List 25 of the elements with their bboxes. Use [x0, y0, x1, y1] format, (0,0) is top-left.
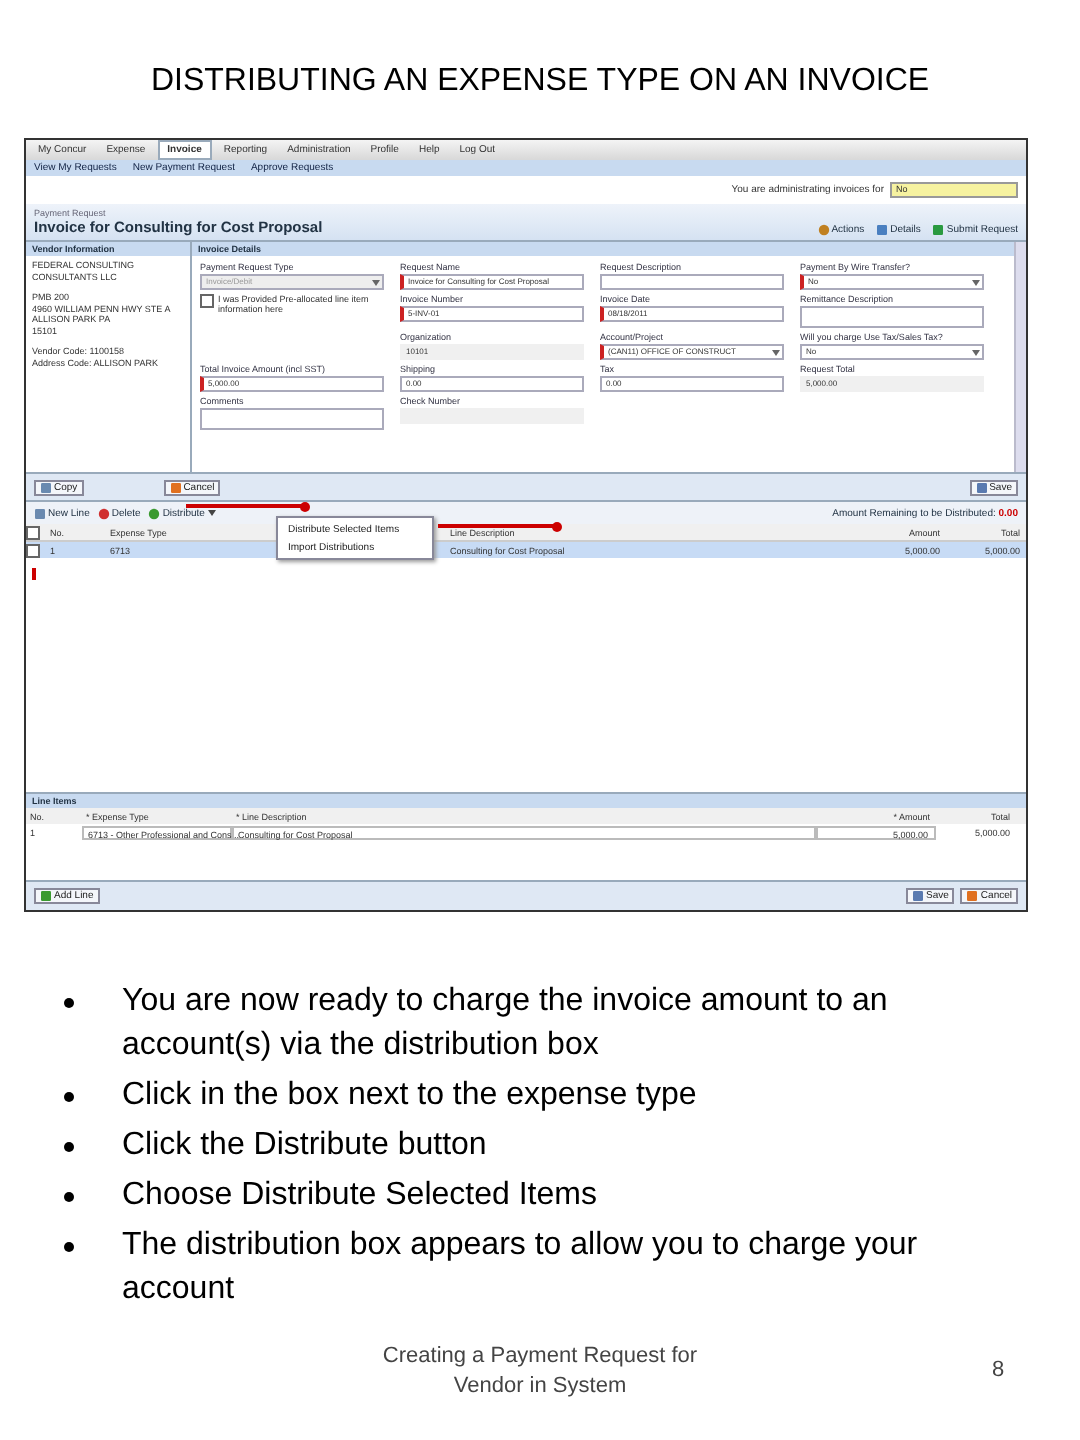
input-field[interactable] [600, 274, 784, 290]
bullet-icon [64, 1142, 74, 1152]
caret-icon [772, 350, 780, 356]
bullet-icon [64, 998, 74, 1008]
bullet-text: The distribution box appears to allow you to charge your account [122, 1226, 920, 1310]
slide-footer: Creating a Payment Request for Vendor in System [360, 1342, 720, 1402]
bullet-icon [64, 1192, 74, 1202]
caret-icon [972, 280, 980, 286]
bullet-icon [64, 1242, 74, 1252]
checkbox[interactable] [26, 525, 40, 539]
caret-icon [972, 350, 980, 356]
checkbox[interactable] [26, 543, 40, 557]
bullet-text: Click in the box next to the expense type [122, 1076, 697, 1116]
bullet-icon [64, 1092, 74, 1102]
page-number: 8 [992, 1358, 1005, 1382]
pointer-mark [32, 568, 36, 580]
input-field[interactable] [200, 408, 384, 430]
input-field[interactable] [800, 306, 984, 328]
scrollbar[interactable] [1014, 242, 1026, 472]
checkbox[interactable] [200, 294, 214, 308]
caret-icon [372, 280, 380, 286]
slide-title: DISTRIBUTING AN EXPENSE TYPE ON AN INVOICE [148, 62, 932, 102]
bullet-text: You are now ready to charge the invoice amount to an account(s) via the distribution box [122, 982, 890, 1066]
bullet-text: Choose Distribute Selected Items [122, 1176, 597, 1216]
bullet-text: Click the Distribute button [122, 1126, 487, 1166]
